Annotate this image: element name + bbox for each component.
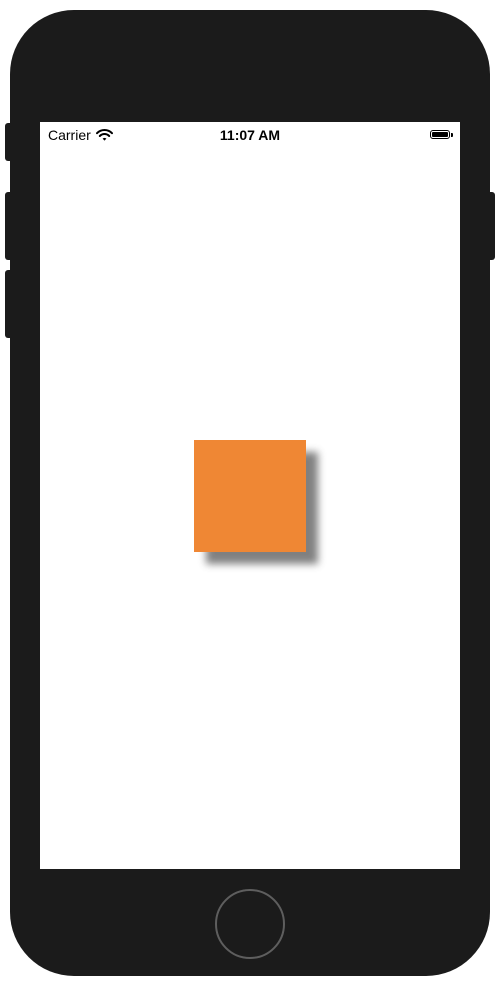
- battery-body: [430, 130, 450, 139]
- status-bar: Carrier 11:07 AM: [40, 122, 460, 148]
- orange-square[interactable]: [194, 440, 306, 552]
- battery-tip: [451, 133, 453, 137]
- battery-fill: [432, 132, 448, 137]
- battery-icon: [430, 130, 453, 140]
- status-time: 11:07 AM: [219, 127, 281, 143]
- screen: Carrier 11:07 AM: [40, 122, 460, 869]
- home-button[interactable]: [215, 889, 285, 959]
